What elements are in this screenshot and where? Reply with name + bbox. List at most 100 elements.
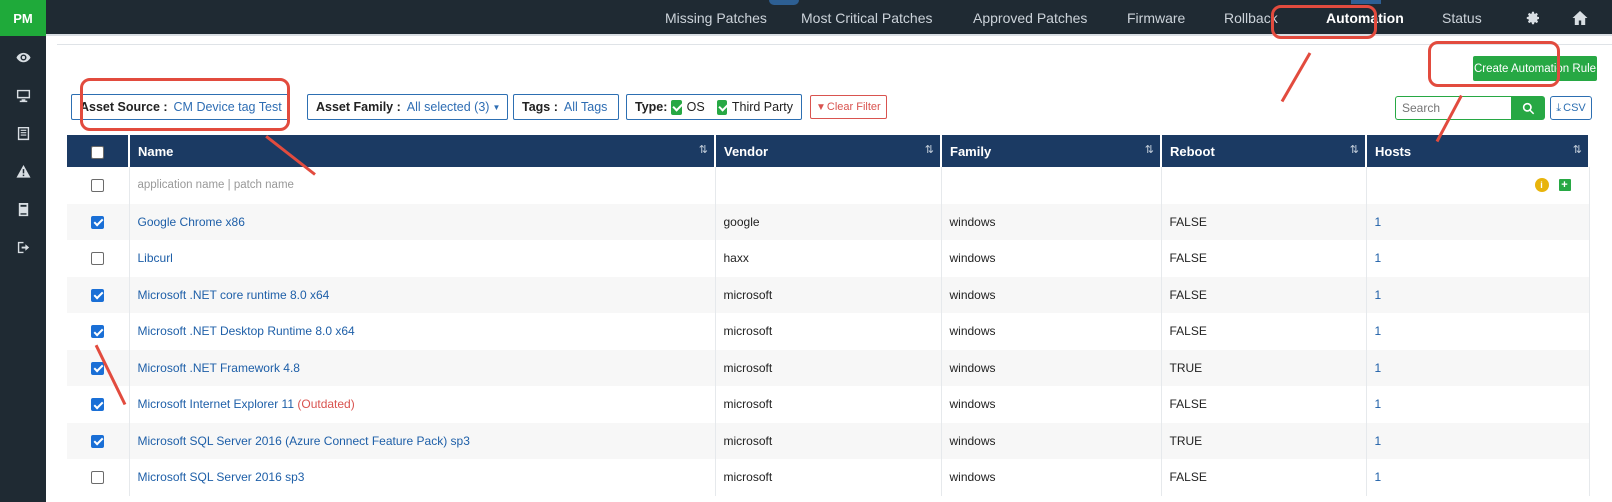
column-header-name[interactable]: Name ⇅ — [129, 135, 716, 167]
name-cell: Microsoft .NET Framework 4.8 — [129, 349, 716, 386]
os-label: OS — [686, 100, 705, 114]
name-cell: Microsoft SQL Server 2016 (Azure Connect… — [129, 422, 716, 459]
vendor-cell: haxx — [715, 240, 942, 277]
name-cell: Microsoft .NET core runtime 8.0 x64 — [129, 276, 716, 313]
hosts-count-link[interactable]: 1 — [1375, 434, 1382, 448]
reboot-cell: FALSE — [1161, 240, 1367, 277]
asset-family-value: All selected (3) — [406, 100, 490, 114]
vendor-cell: microsoft — [715, 276, 942, 313]
filter-row-checkbox[interactable] — [91, 178, 105, 192]
sort-icon[interactable]: ⇅ — [1350, 143, 1359, 156]
name-cell: Microsoft .NET Desktop Runtime 8.0 x64 — [129, 313, 716, 350]
table-header-row: Name ⇅ Vendor ⇅ Family ⇅ Reboot ⇅ Hosts ⇅ — [67, 135, 1590, 167]
patch-name-link[interactable]: Google Chrome x86 — [138, 215, 245, 229]
plus-icon[interactable]: + — [1558, 179, 1571, 192]
warning-icon[interactable] — [0, 154, 46, 188]
family-cell: windows — [941, 386, 1162, 423]
asset-family-filter[interactable]: Asset Family : All selected (3) ▼ — [307, 94, 508, 120]
gear-icon[interactable] — [1525, 10, 1541, 26]
nav-rollback[interactable]: Rollback — [1224, 0, 1278, 36]
annotation-highlight-asset-source — [80, 78, 290, 131]
patch-name-link[interactable]: Microsoft .NET core runtime 8.0 x64 — [138, 288, 330, 302]
info-icon[interactable]: i — [1534, 178, 1549, 193]
nav-missing-patches[interactable]: Missing Patches — [665, 0, 767, 36]
list-icon[interactable] — [0, 116, 46, 150]
hosts-count-link[interactable]: 1 — [1375, 361, 1382, 375]
patch-name-link[interactable]: Microsoft Internet Explorer 11 — [138, 397, 295, 411]
reboot-filter-cell — [1161, 167, 1367, 204]
eye-icon[interactable] — [0, 40, 46, 74]
patch-name-link[interactable]: Microsoft .NET Desktop Runtime 8.0 x64 — [138, 324, 355, 338]
row-checkbox-cell — [67, 203, 130, 240]
clear-filter-button[interactable]: ▼ Clear Filter — [810, 95, 887, 119]
nav-most-critical-patches[interactable]: Most Critical Patches — [801, 0, 932, 36]
reboot-cell: TRUE — [1161, 349, 1367, 386]
column-header-vendor[interactable]: Vendor ⇅ — [715, 135, 942, 167]
row-checkbox[interactable] — [91, 288, 105, 302]
vendor-cell: microsoft — [715, 313, 942, 350]
table-row[interactable]: Microsoft SQL Server 2016 sp3 microsoft wi… — [67, 459, 1590, 496]
nav-firmware[interactable]: Firmware — [1127, 0, 1185, 36]
sort-icon[interactable]: ⇅ — [925, 143, 934, 156]
filter-row-checkbox-cell — [67, 167, 130, 204]
hosts-count-link[interactable]: 1 — [1375, 288, 1382, 302]
table-row[interactable]: Microsoft SQL Server 2016 (Azure Connect… — [67, 422, 1590, 459]
row-checkbox[interactable] — [91, 434, 105, 448]
vendor-cell: google — [715, 203, 942, 240]
hosts-cell: 1 — [1366, 240, 1590, 277]
vendor-cell: microsoft — [715, 459, 942, 496]
column-header-reboot[interactable]: Reboot ⇅ — [1161, 135, 1367, 167]
nav-approved-patches[interactable]: Approved Patches — [973, 0, 1087, 36]
sort-icon[interactable]: ⇅ — [1145, 143, 1154, 156]
table-row[interactable]: Libcurl haxx windows FALSE 1 — [67, 240, 1590, 277]
column-label: Family — [950, 143, 992, 159]
select-all-checkbox[interactable] — [91, 145, 104, 159]
hosts-count-link[interactable]: 1 — [1375, 397, 1382, 411]
column-header-hosts[interactable]: Hosts ⇅ — [1366, 135, 1590, 167]
table-row[interactable]: Microsoft .NET core runtime 8.0 x64 micro… — [67, 276, 1590, 313]
table-row[interactable]: Microsoft .NET Framework 4.8 microsoft win… — [67, 349, 1590, 386]
hosts-count-link[interactable]: 1 — [1375, 324, 1382, 338]
row-checkbox[interactable] — [91, 215, 105, 229]
patch-name-link[interactable]: Microsoft SQL Server 2016 (Azure Connect… — [138, 434, 470, 448]
name-filter-input[interactable]: application name | patch name — [129, 167, 716, 204]
reboot-cell: FALSE — [1161, 203, 1367, 240]
annotation-highlight-automation-tab — [1271, 5, 1377, 39]
patch-name-link[interactable]: Libcurl — [138, 251, 173, 265]
sort-icon[interactable]: ⇅ — [699, 143, 708, 156]
hosts-cell: 1 — [1366, 459, 1590, 496]
row-checkbox[interactable] — [91, 361, 105, 375]
row-checkbox[interactable] — [91, 398, 105, 412]
table-row[interactable]: Microsoft .NET Desktop Runtime 8.0 x64 mi… — [67, 313, 1590, 350]
logout-icon[interactable] — [0, 230, 46, 264]
search-button[interactable] — [1511, 96, 1545, 120]
hosts-count-link[interactable]: 1 — [1375, 470, 1382, 484]
book-icon[interactable] — [0, 192, 46, 226]
patch-name-link[interactable]: Microsoft SQL Server 2016 sp3 — [138, 470, 305, 484]
family-cell: windows — [941, 349, 1162, 386]
row-checkbox[interactable] — [91, 325, 105, 339]
third-party-checkbox[interactable] — [716, 99, 727, 115]
table-row[interactable]: Microsoft Internet Explorer 11 (Outdated… — [67, 386, 1590, 423]
table-row[interactable]: Google Chrome x86 google windows FALSE 1 — [67, 203, 1590, 240]
sidebar: PM — [0, 0, 46, 502]
nav-status[interactable]: Status — [1442, 0, 1482, 36]
hosts-count-link[interactable]: 1 — [1375, 251, 1382, 265]
column-label: Name — [138, 143, 174, 159]
home-icon[interactable] — [1572, 10, 1588, 26]
name-cell: Microsoft SQL Server 2016 sp3 — [129, 459, 716, 496]
row-checkbox[interactable] — [91, 471, 105, 485]
tags-filter[interactable]: Tags : All Tags — [513, 94, 619, 120]
column-header-family[interactable]: Family ⇅ — [941, 135, 1162, 167]
os-checkbox[interactable] — [671, 99, 682, 115]
name-cell: Google Chrome x86 — [129, 203, 716, 240]
patch-name-link[interactable]: Microsoft .NET Framework 4.8 — [138, 361, 300, 375]
sort-icon[interactable]: ⇅ — [1573, 143, 1582, 156]
csv-export-button[interactable]: ⤓ CSV — [1550, 96, 1592, 120]
monitor-icon[interactable] — [0, 78, 46, 112]
name-cell: Microsoft Internet Explorer 11 (Outdated… — [129, 386, 716, 423]
brand-logo[interactable]: PM — [0, 0, 46, 36]
family-filter-cell — [941, 167, 1162, 204]
row-checkbox[interactable] — [91, 252, 105, 266]
hosts-count-link[interactable]: 1 — [1375, 215, 1382, 229]
